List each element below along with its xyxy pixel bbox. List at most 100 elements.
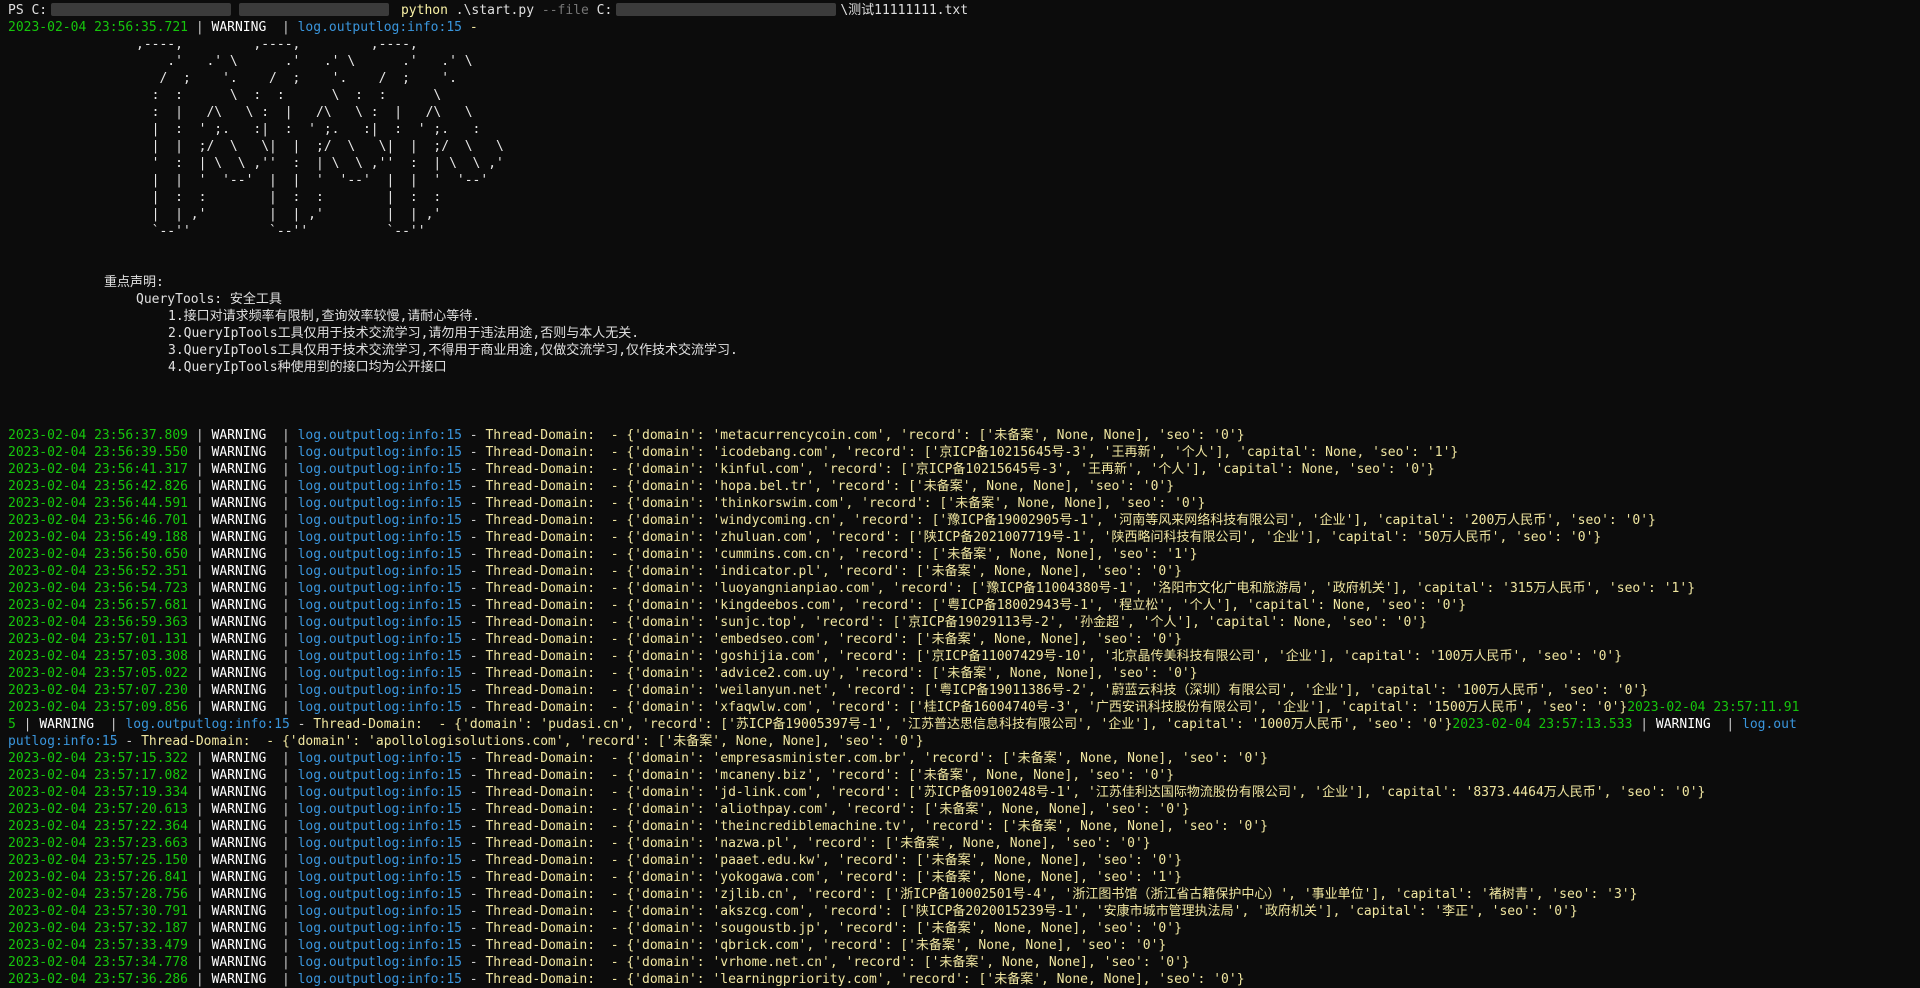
log-separator: | bbox=[266, 683, 298, 698]
log-line: 2023-02-04 23:57:25.150 | WARNING | log.… bbox=[8, 852, 1920, 869]
log-level: WARNING bbox=[211, 479, 267, 494]
prompt-line: PS C: python .\start.py --file C: \测试1111… bbox=[8, 2, 1920, 19]
log-level: WARNING bbox=[211, 564, 267, 579]
log-separator: | bbox=[266, 547, 298, 562]
log-timestamp: 2023-02-04 23:56:42.826 bbox=[8, 479, 189, 494]
log-timestamp: 2023-02-04 23:56:57.681 bbox=[8, 598, 189, 613]
log-module: log.outputlog:info:15 bbox=[297, 972, 462, 987]
log-separator: | bbox=[188, 598, 212, 613]
prompt-ps: PS C: bbox=[8, 3, 48, 18]
log-separator: | bbox=[188, 921, 212, 936]
log-line: 2023-02-04 23:56:41.317 | WARNING | log.… bbox=[8, 461, 1920, 478]
log-dash: - bbox=[461, 955, 486, 970]
notice-heading: 重点声明: bbox=[104, 275, 164, 290]
redacted-path bbox=[51, 3, 232, 16]
ascii-art-line: / ; '. / ; '. / ; '. bbox=[136, 71, 457, 86]
log-separator: | bbox=[188, 564, 212, 579]
log-dash: - bbox=[461, 547, 486, 562]
log-module: log.outputlog:info:15 bbox=[297, 819, 462, 834]
log-separator: | bbox=[266, 972, 298, 987]
log-timestamp: 2023-02-04 23:57:01.131 bbox=[8, 632, 189, 647]
log-level: WARNING bbox=[211, 683, 267, 698]
log-timestamp: 2023-02-04 23:57:17.082 bbox=[8, 768, 189, 783]
log-line: 2023-02-04 23:57:26.841 | WARNING | log.… bbox=[8, 869, 1920, 886]
log-message: Thread-Domain: - {'domain': 'vrhome.net.… bbox=[485, 955, 1190, 970]
log-level: WARNING bbox=[211, 853, 267, 868]
log-timestamp: 2023-02-04 23:57:25.150 bbox=[8, 853, 189, 868]
log-separator: | bbox=[266, 530, 298, 545]
terminal-window[interactable]: PS C: python .\start.py --file C: \测试1111… bbox=[0, 0, 1920, 987]
log-message: Thread-Domain: - {'domain': 'paaet.edu.k… bbox=[485, 853, 1182, 868]
log-module: log.outputlog:info:15 bbox=[297, 836, 462, 851]
log-timestamp: 2023-02-04 23:57:26.841 bbox=[8, 870, 189, 885]
log-message: Thread-Domain: - {'domain': 'luoyangnian… bbox=[485, 581, 1696, 596]
log-module: log.outputlog:info:15 bbox=[297, 802, 462, 817]
log-separator: | bbox=[266, 581, 298, 596]
log-line: 2023-02-04 23:57:01.131 | WARNING | log.… bbox=[8, 631, 1920, 648]
log-level: WARNING bbox=[211, 547, 267, 562]
log-line: 2023-02-04 23:56:46.701 | WARNING | log.… bbox=[8, 512, 1920, 529]
log-dash: - bbox=[461, 802, 486, 817]
log-separator: | bbox=[188, 479, 212, 494]
log-line: 2023-02-04 23:56:59.363 | WARNING | log.… bbox=[8, 614, 1920, 631]
log-line: 2023-02-04 23:57:15.322 | WARNING | log.… bbox=[8, 750, 1920, 767]
log-message: Thread-Domain: - {'domain': 'embedseo.co… bbox=[485, 632, 1182, 647]
ascii-art-line: | | ;/ \ \| | ;/ \ \| | ;/ \ \ bbox=[136, 139, 504, 154]
log-timestamp: 2023-02-04 23:56:52.351 bbox=[8, 564, 189, 579]
log-separator: | bbox=[266, 870, 298, 885]
log-separator: | bbox=[266, 904, 298, 919]
log-separator: | bbox=[266, 921, 298, 936]
ascii-art-line: `--'' `--'' `--'' bbox=[136, 224, 426, 239]
log-dash: - bbox=[461, 530, 486, 545]
log-dash: - bbox=[461, 666, 486, 681]
log-dash: - bbox=[461, 836, 486, 851]
log-timestamp: 2023-02-04 23:56:37.809 bbox=[8, 428, 189, 443]
log-module: log.outputlog:info:15 bbox=[297, 581, 462, 596]
log-message: Thread-Domain: - {'domain': 'aliothpay.c… bbox=[485, 802, 1190, 817]
log-line: 2023-02-04 23:57:19.334 | WARNING | log.… bbox=[8, 784, 1920, 801]
log-dash: - bbox=[461, 819, 486, 834]
log-message: Thread-Domain: - {'domain': 'kinful.com'… bbox=[485, 462, 1435, 477]
redacted-path bbox=[239, 3, 390, 16]
log-module: log.outputlog:info:15 bbox=[297, 496, 462, 511]
log-dash: - bbox=[461, 564, 486, 579]
log-timestamp: 2023-02-04 23:57:20.613 bbox=[8, 802, 189, 817]
log-dash: - bbox=[461, 870, 486, 885]
log-separator: | bbox=[266, 802, 298, 817]
log-module: log.outputlog:info:15 bbox=[297, 768, 462, 783]
log-dash: - bbox=[461, 904, 486, 919]
log-timestamp: 2023-02-04 23:57:15.322 bbox=[8, 751, 189, 766]
log-timestamp: 2023-02-04 23:57:19.334 bbox=[8, 785, 189, 800]
log-module: log.outputlog:info:15 bbox=[297, 955, 462, 970]
log-separator: | bbox=[266, 819, 298, 834]
log-separator: | bbox=[266, 445, 298, 460]
log-line: 2023-02-04 23:56:50.650 | WARNING | log.… bbox=[8, 546, 1920, 563]
log-line: 2023-02-04 23:57:05.022 | WARNING | log.… bbox=[8, 665, 1920, 682]
notice-item: 2.QueryIpTools工具仅用于技术交流学习,请勿用于违法用途,否则与本人… bbox=[168, 326, 640, 341]
log-separator: | bbox=[266, 615, 298, 630]
log-timestamp: 2023-02-04 23:57:07.230 bbox=[8, 683, 189, 698]
log-level: WARNING bbox=[211, 887, 267, 902]
log-message: Thread-Domain: - {'domain': 'nazwa.pl', … bbox=[485, 836, 1151, 851]
log-line-wrapped: putlog:info:15 - Thread-Domain: - {'doma… bbox=[8, 734, 924, 749]
log-level: WARNING bbox=[211, 428, 267, 443]
log-separator: | bbox=[266, 598, 298, 613]
log-module: log.outputlog:info:15 bbox=[297, 751, 462, 766]
log-dash: - bbox=[461, 972, 486, 987]
command-name: python bbox=[400, 3, 448, 18]
log-separator: | bbox=[188, 649, 212, 664]
ascii-art-line: | | ' '--' | | ' '--' | | ' '--' bbox=[136, 173, 489, 188]
command-drive: C: bbox=[596, 3, 613, 18]
log-dash: - bbox=[461, 921, 486, 936]
log-dash: - bbox=[461, 768, 486, 783]
log-dash: - bbox=[461, 615, 486, 630]
ascii-art-banner: ,----, ,----, ,----, .' .' \ .' .' \ .' … bbox=[8, 36, 1920, 240]
log-separator: | bbox=[266, 751, 298, 766]
log-separator: | bbox=[188, 462, 212, 477]
log-module: log.outputlog:info:15 bbox=[297, 921, 462, 936]
log-timestamp: 2023-02-04 23:57:36.286 bbox=[8, 972, 189, 987]
log-separator: | bbox=[188, 615, 212, 630]
ascii-art-line: : : \ : : \ : : \ bbox=[136, 88, 442, 103]
log-level: WARNING bbox=[211, 870, 267, 885]
log-line: 2023-02-04 23:57:07.230 | WARNING | log.… bbox=[8, 682, 1920, 699]
